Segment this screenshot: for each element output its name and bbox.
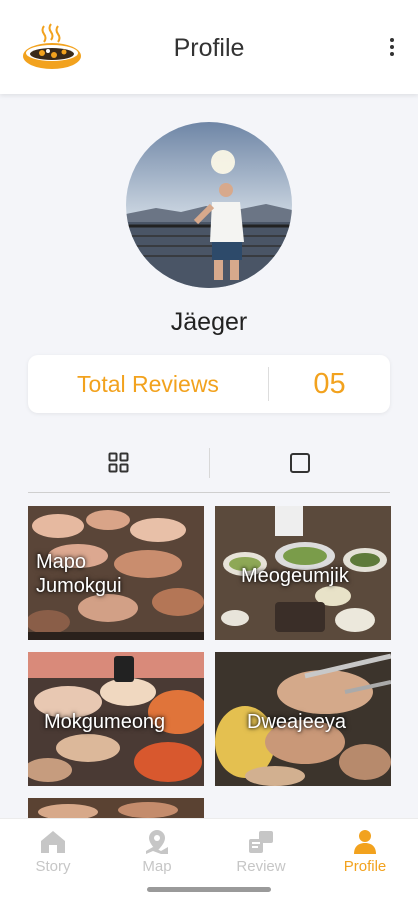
avatar[interactable] <box>126 122 292 288</box>
single-view-icon <box>290 453 310 473</box>
restaurant-card[interactable]: Dweajeeya <box>215 652 391 786</box>
restaurant-name: Dweajeeya <box>247 711 346 733</box>
restaurant-card[interactable]: Meogeumjik <box>215 506 391 640</box>
total-reviews-count: 05 <box>313 368 346 400</box>
review-icon <box>249 831 273 853</box>
restaurant-name: Mokgumeong <box>44 711 166 733</box>
view-toggle <box>28 440 390 493</box>
app-header: Profile <box>0 0 418 94</box>
reviews-summary-card: Total Reviews 05 <box>28 355 390 413</box>
map-pin-icon <box>146 830 168 854</box>
restaurant-card[interactable] <box>28 798 204 818</box>
home-icon <box>41 831 65 853</box>
restaurant-name: Mapo Jumokgui <box>36 551 122 597</box>
username: Jäeger <box>170 308 248 336</box>
nav-item-profile[interactable]: Profile <box>313 829 417 889</box>
restaurant-name: Meogeumjik <box>241 565 349 587</box>
more-vertical-icon[interactable] <box>388 38 396 60</box>
nav-item-story[interactable]: Story <box>1 829 105 889</box>
page-title: Profile <box>173 34 245 62</box>
nav-item-review[interactable]: Review <box>209 829 313 889</box>
grid-view-tab[interactable] <box>28 440 209 486</box>
single-view-tab[interactable] <box>210 440 390 486</box>
nav-label: Review <box>236 858 286 875</box>
restaurant-card[interactable]: Mokgumeong <box>28 652 204 786</box>
nav-label: Map <box>142 858 172 875</box>
nav-label: Profile <box>343 858 387 875</box>
home-indicator <box>147 887 271 892</box>
grid-view-icon <box>108 452 128 473</box>
nav-item-map[interactable]: Map <box>105 829 209 889</box>
person-icon <box>354 830 376 854</box>
restaurant-card[interactable]: Mapo Jumokgui <box>28 506 204 640</box>
total-reviews-label: Total Reviews <box>77 371 219 397</box>
nav-label: Story <box>35 858 71 875</box>
